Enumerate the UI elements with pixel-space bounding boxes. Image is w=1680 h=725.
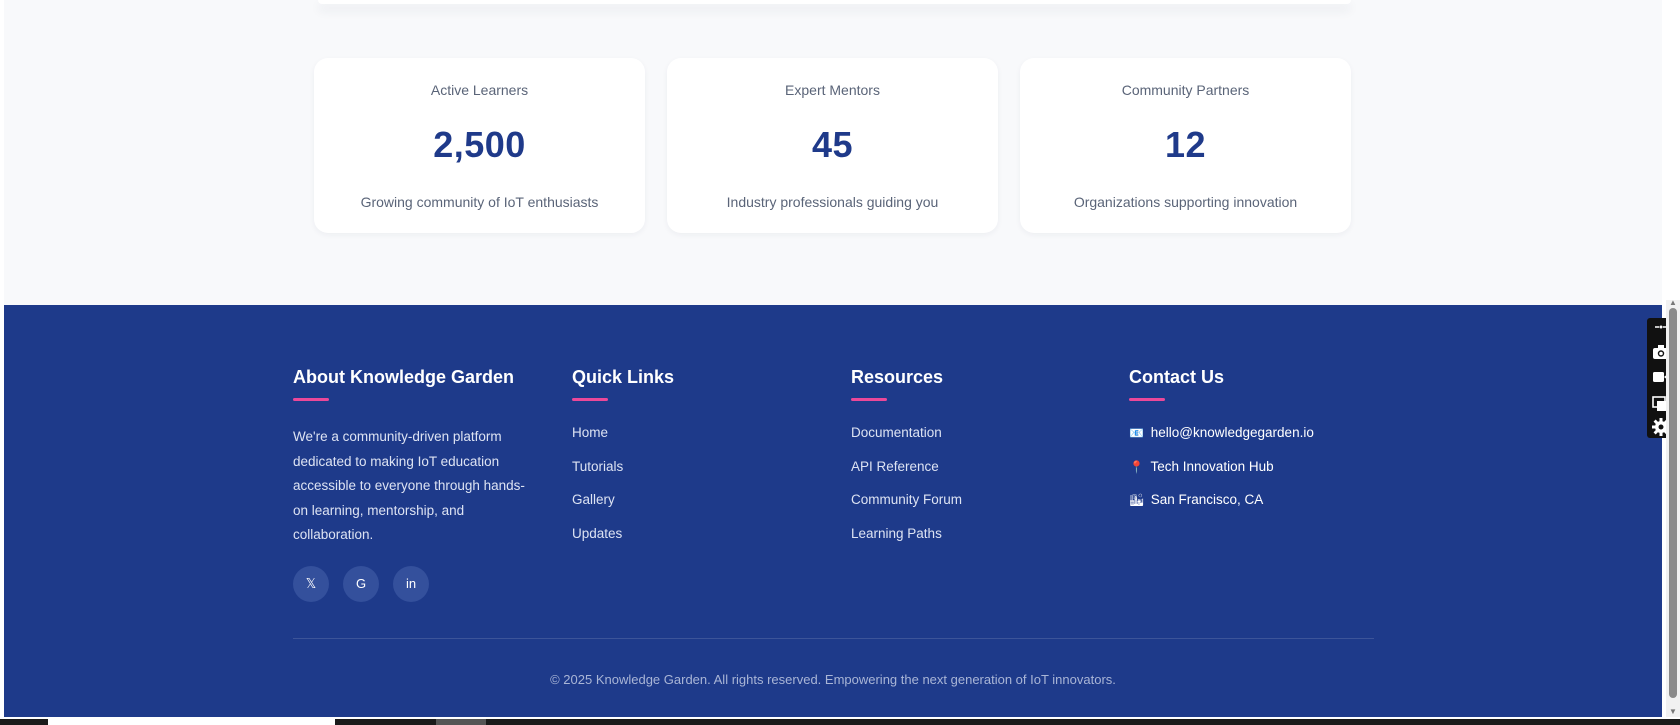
quick-links-list: Home Tutorials Gallery Updates xyxy=(572,423,674,558)
stat-label: Active Learners xyxy=(430,82,529,98)
footer-about-title: About Knowledge Garden xyxy=(293,367,515,387)
footer-link-learning-paths[interactable]: Learning Paths xyxy=(851,524,962,558)
title-underline xyxy=(1129,398,1165,401)
stat-value: 2,500 xyxy=(433,124,526,165)
stats-section: Active Learners 2,500 Growing community … xyxy=(4,0,1662,305)
title-underline xyxy=(293,398,329,401)
footer-link-home[interactable]: Home xyxy=(572,423,674,457)
footer-link-documentation[interactable]: Documentation xyxy=(851,423,962,457)
stat-description: Industry professionals guiding you xyxy=(726,194,939,210)
footer-resources-title: Resources xyxy=(851,367,944,387)
stat-description: Organizations supporting innovation xyxy=(1073,194,1298,210)
previous-card-edge xyxy=(318,0,1351,4)
stat-label: Expert Mentors xyxy=(785,82,880,98)
footer-link-community-forum[interactable]: Community Forum xyxy=(851,490,962,524)
taskbar-segment xyxy=(48,719,335,725)
location-pin-icon: 📍 xyxy=(1129,459,1144,474)
title-underline xyxy=(572,398,608,401)
copyright-text: © 2025 Knowledge Garden. All rights rese… xyxy=(550,672,1116,687)
footer-contact-column: Contact Us 📧 hello@knowledgegarden.io 📍 … xyxy=(1129,367,1314,524)
stat-value: 12 xyxy=(1164,124,1207,165)
contact-location-text: Tech Innovation Hub xyxy=(1150,458,1274,474)
contact-location: 📍 Tech Innovation Hub xyxy=(1129,457,1314,491)
footer-divider xyxy=(293,638,1374,639)
footer-quick-links-column: Quick Links Home Tutorials Gallery Updat… xyxy=(572,367,674,558)
footer-link-tutorials[interactable]: Tutorials xyxy=(572,457,674,491)
scroll-thumb[interactable] xyxy=(1669,308,1677,698)
github-icon[interactable]: G xyxy=(343,565,379,602)
contact-email[interactable]: 📧 hello@knowledgegarden.io xyxy=(1129,423,1314,457)
stat-description: Growing community of IoT enthusiasts xyxy=(360,194,599,210)
site-footer: About Knowledge Garden We're a community… xyxy=(4,305,1662,717)
contact-email-text: hello@knowledgegarden.io xyxy=(1150,425,1314,440)
taskbar-strip xyxy=(0,719,1680,725)
stat-value: 45 xyxy=(811,124,854,165)
footer-link-gallery[interactable]: Gallery xyxy=(572,490,674,524)
scroll-down-arrow-icon[interactable]: ▼ xyxy=(1669,708,1677,716)
footer-about-text: We're a community-driven platform dedica… xyxy=(293,429,525,542)
footer-link-updates[interactable]: Updates xyxy=(572,524,674,558)
contact-city: 🏙 San Francisco, CA xyxy=(1129,490,1314,524)
footer-resources-column: Resources Documentation API Reference Co… xyxy=(851,367,962,558)
city-icon: 🏙 xyxy=(1129,493,1145,508)
footer-about-column: About Knowledge Garden We're a community… xyxy=(293,367,533,602)
footer-quick-links-title: Quick Links xyxy=(572,367,675,387)
title-underline xyxy=(851,398,887,401)
stat-label: Community Partners xyxy=(1121,82,1250,98)
social-links: 𝕏 G in xyxy=(293,565,533,602)
linkedin-icon[interactable]: in xyxy=(393,565,429,602)
resources-list: Documentation API Reference Community Fo… xyxy=(851,423,962,558)
page: Active Learners 2,500 Growing community … xyxy=(4,0,1662,717)
footer-link-api-reference[interactable]: API Reference xyxy=(851,457,962,491)
footer-contact-title: Contact Us xyxy=(1129,367,1225,387)
x-icon[interactable]: 𝕏 xyxy=(293,565,329,602)
stat-card-active-learners: Active Learners 2,500 Growing community … xyxy=(314,58,645,233)
taskbar-segment xyxy=(436,719,486,725)
email-icon: 📧 xyxy=(1129,426,1144,440)
contact-city-text: San Francisco, CA xyxy=(1150,492,1264,508)
scroll-up-arrow-icon[interactable]: ▲ xyxy=(1669,299,1677,307)
stat-card-community-partners: Community Partners 12 Organizations supp… xyxy=(1020,58,1351,233)
vertical-scrollbar[interactable]: ▲ ▼ xyxy=(1666,299,1680,717)
stat-card-expert-mentors: Expert Mentors 45 Industry professionals… xyxy=(667,58,998,233)
contact-list: 📧 hello@knowledgegarden.io 📍 Tech Innova… xyxy=(1129,423,1314,524)
